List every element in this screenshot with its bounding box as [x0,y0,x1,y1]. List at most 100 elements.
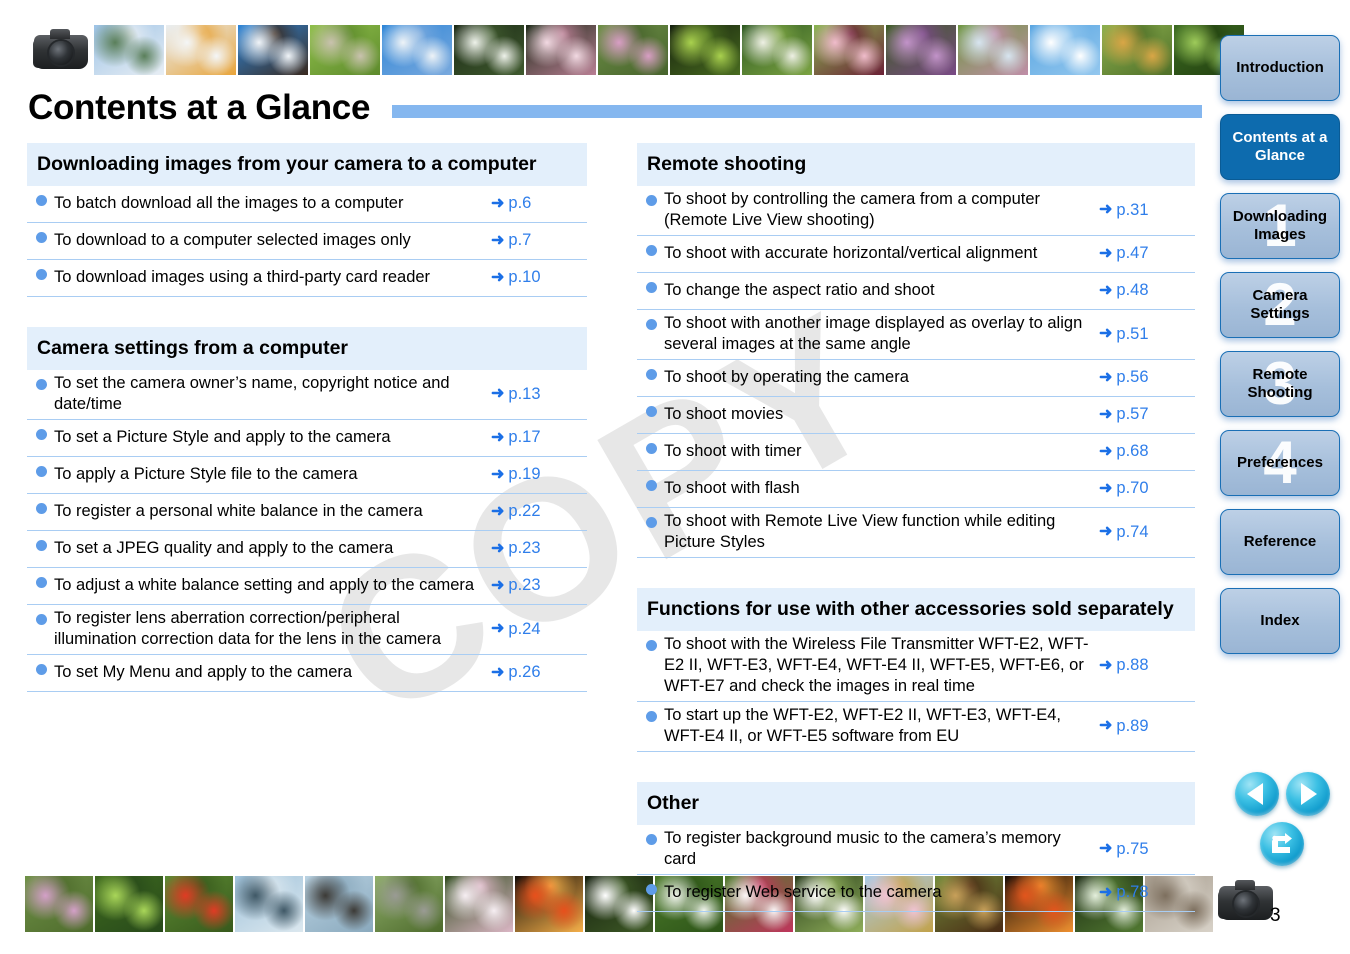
section-rows: To shoot with the Wireless File Transmit… [637,631,1195,752]
toc-entry[interactable]: To register background music to the came… [637,825,1195,874]
sidebar-tab-contents-at-a-glance[interactable]: Contents at a Glance [1220,114,1340,180]
page-reference-link[interactable]: ➜ p.89 [1099,717,1195,736]
toc-entry[interactable]: To shoot with Remote Live View function … [637,507,1195,557]
section-rows: To set the camera owner’s name, copyrigh… [27,370,587,692]
page-reference-link[interactable]: ➜ p.78 [1099,883,1195,902]
page-reference-link[interactable]: ➜ p.47 [1099,244,1195,263]
thumb-magnolia [742,25,812,75]
arrow-right-icon: ➜ [1099,442,1113,460]
sidebar-tab-preferences[interactable]: 4 Preferences [1220,430,1340,496]
toc-entry[interactable]: To set My Menu and apply to the camera ➜ p… [27,654,587,691]
page-reference-link[interactable]: ➜ p.22 [491,502,587,521]
content-section: Functions for use with other accessories… [637,588,1195,752]
toc-entry[interactable]: To shoot with flash ➜ p.70 [637,470,1195,507]
sidebar-tab-camera-settings[interactable]: 2 Camera Settings [1220,272,1340,338]
page-reference-link[interactable]: ➜ p.51 [1099,325,1195,344]
thumb-pink-flower [598,25,668,75]
page-reference-link[interactable]: ➜ p.48 [1099,281,1195,300]
toc-entry[interactable]: To apply a Picture Style file to the cam… [27,456,587,493]
bullet-icon [646,319,657,330]
page-reference-link[interactable]: ➜ p.88 [1099,656,1195,675]
thumb-white-flowers-dark [454,25,524,75]
navigation-buttons [1232,772,1332,866]
page-reference-number: p.75 [1116,839,1149,858]
toc-entry[interactable]: To shoot by controlling the camera from … [637,186,1195,235]
sidebar-tab-index[interactable]: Index [1220,588,1340,654]
page-reference-link[interactable]: ➜ p.26 [491,663,587,682]
thumb-rock-peak [305,876,373,932]
page-reference-link[interactable]: ➜ p.23 [491,576,587,595]
return-button[interactable] [1260,822,1304,866]
toc-entry-label: To set the camera owner’s name, copyrigh… [54,374,450,413]
sidebar-tab-downloading-images[interactable]: 1 Downloading Images [1220,193,1340,259]
content-section: Downloading images from your camera to a… [27,143,587,297]
page-reference-number: p.13 [508,384,541,403]
sidebar-tab-reference[interactable]: Reference [1220,509,1340,575]
bullet-icon [36,503,47,514]
page-reference-link[interactable]: ➜ p.19 [491,465,587,484]
toc-entry[interactable]: To register Web service to the camera ➜ p.… [637,874,1195,911]
page-reference-link[interactable]: ➜ p.6 [491,194,587,213]
toc-entry-label: To register lens aberration correction/p… [54,609,442,648]
arrow-right-icon: ➜ [491,620,505,637]
toc-entry[interactable]: To batch download all the images to a co… [27,186,587,222]
page-reference-number: p.88 [1116,656,1149,674]
toc-entry[interactable]: To shoot with timer ➜ p.68 [637,433,1195,470]
toc-entry-label: To set a JPEG quality and apply to the c… [54,539,394,557]
page-reference-link[interactable]: ➜ p.7 [491,231,587,250]
toc-entry-label: To shoot movies [664,405,784,423]
page-reference-link[interactable]: ➜ p.17 [491,428,587,447]
next-page-button[interactable] [1285,772,1330,816]
toc-entry-label: To register a personal white balance in … [54,502,423,520]
page-reference-link[interactable]: ➜ p.68 [1099,442,1195,461]
page-reference-number: p.74 [1116,522,1149,541]
toc-entry[interactable]: To change the aspect ratio and shoot ➜ p.4… [637,272,1195,309]
arrow-right-icon: ➜ [491,231,505,249]
page-reference-link[interactable]: ➜ p.74 [1099,523,1195,542]
arrow-right-icon: ➜ [491,428,505,446]
page-reference-number: p.48 [1116,281,1149,299]
arrow-right-icon: ➜ [491,539,505,557]
thumb-mountain-range [235,876,303,932]
toc-entry[interactable]: To shoot movies ➜ p.57 [637,396,1195,433]
toc-entry[interactable]: To download images using a third-party c… [27,259,587,296]
bullet-icon [646,884,657,895]
toc-entry[interactable]: To set the camera owner’s name, copyrigh… [27,370,587,419]
bullet-icon [646,245,657,256]
toc-entry[interactable]: To register lens aberration correction/p… [27,604,587,654]
section-heading: Functions for use with other accessories… [637,588,1195,631]
arrow-right-icon: ➜ [491,385,505,402]
sidebar-tab-remote-shooting[interactable]: 3 Remote Shooting [1220,351,1340,417]
toc-entry[interactable]: To adjust a white balance setting and ap… [27,567,587,604]
page-reference-link[interactable]: ➜ p.70 [1099,479,1195,498]
page-reference-number: p.78 [1116,883,1149,901]
toc-entry-label: To set My Menu and apply to the camera [54,663,353,681]
sidebar-tab-label: Introduction [1236,59,1324,76]
sidebar-tab-introduction[interactable]: Introduction [1220,35,1340,101]
right-column: Remote shooting To shoot by controlling t… [637,143,1195,912]
page-reference-link[interactable]: ➜ p.56 [1099,368,1195,387]
arrow-right-icon: ➜ [1099,405,1113,423]
thumb-green-leaves [670,25,740,75]
toc-entry[interactable]: To set a Picture Style and apply to the … [27,419,587,456]
arrow-right-icon: ➜ [1099,883,1113,901]
page-reference-link[interactable]: ➜ p.57 [1099,405,1195,424]
arrow-right-icon: ➜ [1099,244,1113,262]
toc-entry[interactable]: To shoot with the Wireless File Transmit… [637,631,1195,701]
previous-page-button[interactable] [1234,772,1279,816]
toc-entry[interactable]: To register a personal white balance in … [27,493,587,530]
toc-entry[interactable]: To download to a computer selected image… [27,222,587,259]
page-reference-link[interactable]: ➜ p.24 [491,620,587,639]
toc-entry[interactable]: To start up the WFT-E2, WFT-E2 II, WFT-E… [637,701,1195,751]
page-reference-link[interactable]: ➜ p.13 [491,385,587,404]
page-reference-link[interactable]: ➜ p.10 [491,268,587,287]
sidebar-tabs: Introduction Contents at a Glance 1 Downloa… [1220,35,1340,667]
toc-entry[interactable]: To set a JPEG quality and apply to the c… [27,530,587,567]
toc-entry[interactable]: To shoot with another image displayed as… [637,309,1195,359]
toc-entry[interactable]: To shoot by operating the camera ➜ p.56 [637,359,1195,396]
page-reference-link[interactable]: ➜ p.75 [1099,840,1195,859]
page-reference-link[interactable]: ➜ p.23 [491,539,587,558]
toc-entry-label: To shoot with another image displayed as… [664,314,1083,353]
toc-entry[interactable]: To shoot with accurate horizontal/vertic… [637,235,1195,272]
page-reference-link[interactable]: ➜ p.31 [1099,201,1195,220]
